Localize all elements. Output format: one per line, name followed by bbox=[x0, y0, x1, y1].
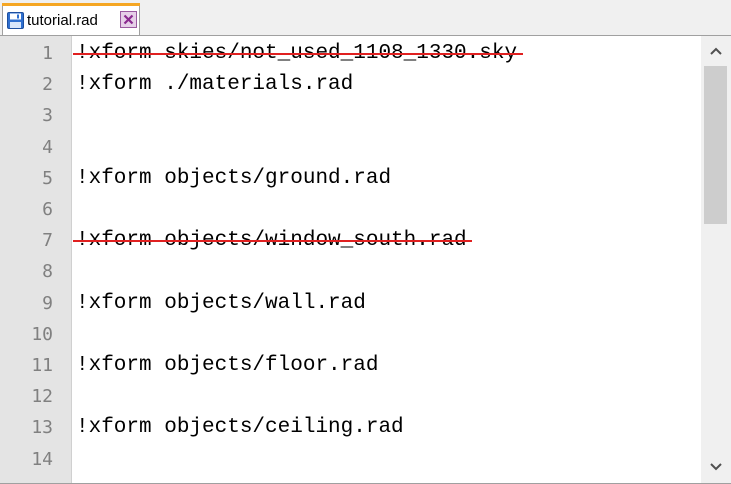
chevron-down-icon bbox=[710, 463, 722, 471]
line-number: 13 bbox=[31, 417, 53, 439]
scroll-up-button[interactable] bbox=[701, 36, 731, 66]
line-number: 2 bbox=[42, 74, 53, 96]
close-icon bbox=[123, 14, 134, 25]
chevron-up-icon bbox=[710, 47, 722, 55]
code-line: !xform objects/ground.rad bbox=[76, 166, 392, 190]
scroll-down-button[interactable] bbox=[701, 452, 731, 482]
active-tab-indicator bbox=[2, 3, 140, 6]
line-number: 6 bbox=[42, 199, 53, 220]
close-tab-button[interactable] bbox=[120, 11, 137, 28]
line-number: 8 bbox=[42, 261, 53, 283]
saved-file-icon bbox=[7, 12, 24, 29]
line-number: 11 bbox=[31, 355, 53, 376]
strikethrough-mark bbox=[73, 240, 473, 243]
scrollbar-thumb[interactable] bbox=[704, 66, 727, 224]
line-number-gutter bbox=[0, 36, 72, 483]
line-number: 4 bbox=[42, 136, 53, 158]
strikethrough-mark bbox=[73, 53, 524, 55]
code-line: !xform ./materials.rad bbox=[76, 73, 354, 97]
line-number: 3 bbox=[42, 105, 53, 127]
code-line: !xform objects/floor.rad bbox=[76, 354, 379, 377]
tab-label: tutorial.rad bbox=[27, 12, 98, 29]
line-number: 1 bbox=[42, 43, 53, 64]
tab-bar: tutorial.rad bbox=[0, 0, 731, 35]
vertical-scrollbar[interactable] bbox=[701, 36, 731, 483]
line-number: 14 bbox=[31, 448, 53, 470]
code-line: !xform objects/wall.rad bbox=[76, 291, 366, 315]
line-number: 5 bbox=[42, 167, 53, 189]
line-number: 9 bbox=[42, 292, 53, 314]
text-editor[interactable]: 1 !xform skies/not_used_1108_1330.sky 2 !xf… bbox=[0, 35, 731, 484]
tab-tutorial-rad[interactable]: tutorial.rad bbox=[2, 3, 140, 35]
code-line: !xform objects/ceiling.rad bbox=[76, 416, 404, 440]
line-number: 12 bbox=[31, 386, 53, 408]
line-number: 7 bbox=[42, 230, 53, 252]
line-number: 10 bbox=[31, 323, 53, 345]
